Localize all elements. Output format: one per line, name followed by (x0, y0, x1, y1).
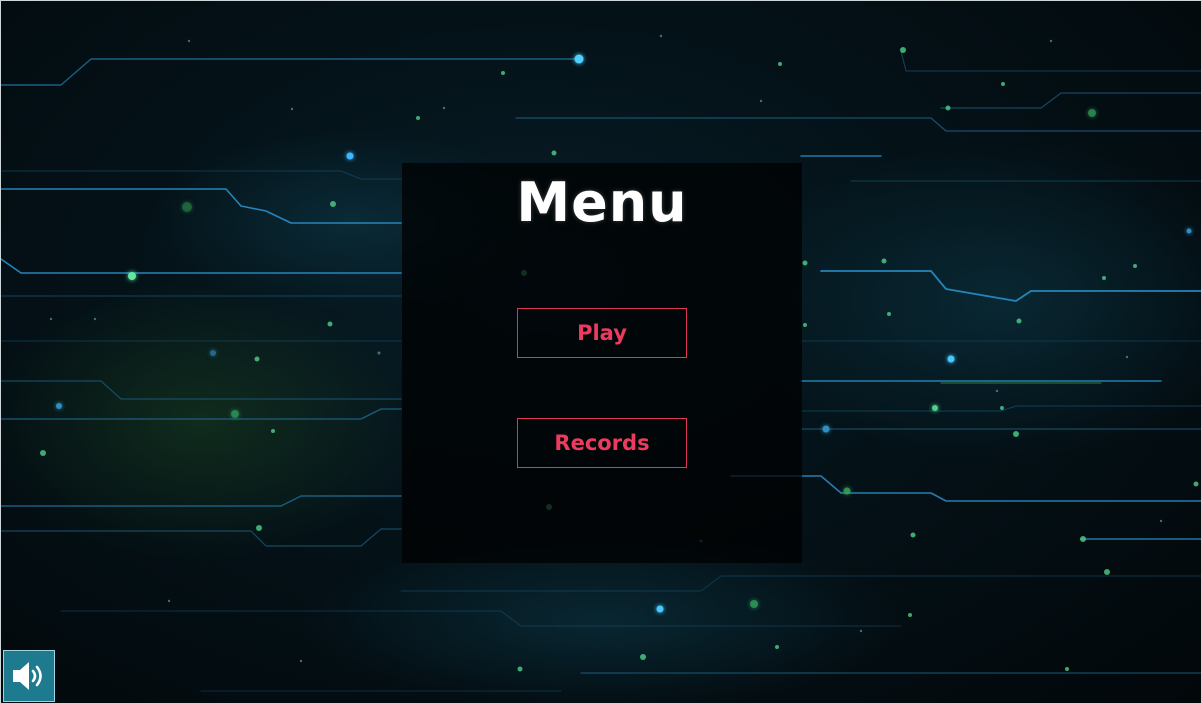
game-screen: Menu Play Records (0, 0, 1202, 704)
sound-toggle-button[interactable] (3, 650, 55, 702)
speaker-volume-icon (13, 662, 42, 690)
menu-panel: Menu Play Records (402, 163, 802, 563)
menu-title: Menu (516, 171, 688, 234)
play-button[interactable]: Play (517, 308, 687, 358)
records-button[interactable]: Records (517, 418, 687, 468)
